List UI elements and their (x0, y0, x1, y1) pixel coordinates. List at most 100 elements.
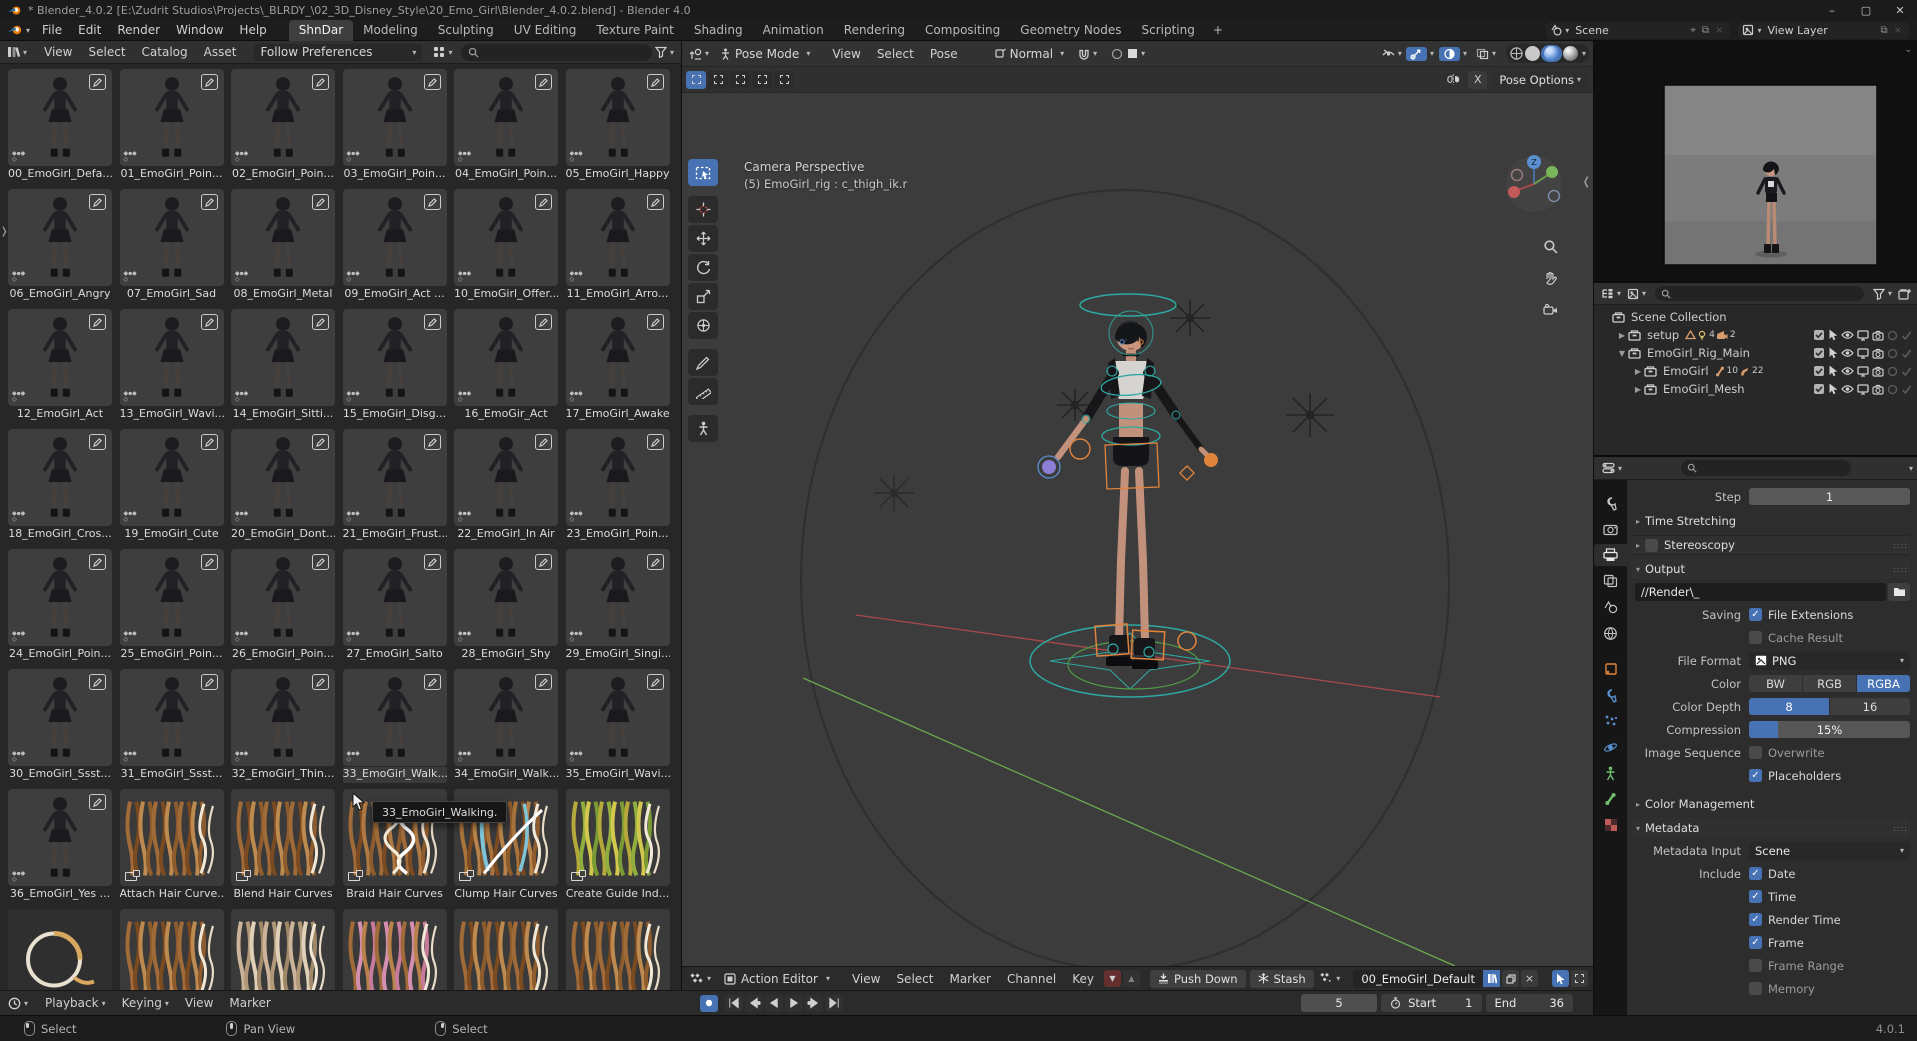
asset-thumbnail[interactable]: ◆▪◆◇ (566, 669, 670, 766)
workspace-tab-shndar[interactable]: ShnDar (289, 20, 353, 41)
indirect-only-icon[interactable] (1901, 384, 1912, 395)
edit-pose-icon[interactable] (424, 314, 441, 330)
pin-icon[interactable]: ⌖ (1687, 25, 1699, 36)
asset-thumbnail[interactable] (231, 909, 335, 990)
outliner-row-emogirl-mesh[interactable]: ▶EmoGirl_Mesh (1594, 380, 1917, 398)
current-frame-field[interactable]: 5 (1301, 994, 1377, 1012)
edit-pose-icon[interactable] (89, 674, 106, 690)
hide-viewport-icon[interactable] (1841, 366, 1854, 376)
asset-thumbnail[interactable]: ◆▪◆◇ (454, 309, 558, 406)
exclude-checkbox[interactable] (1813, 329, 1825, 341)
asset-thumbnail[interactable]: ◆▪◆◇ (343, 309, 447, 406)
disable-viewports-icon[interactable] (1857, 348, 1869, 359)
asset-thumbnail[interactable] (566, 909, 670, 990)
depth-option-8[interactable]: 8 (1749, 698, 1829, 715)
asset-item[interactable]: ◆▪◆◇15_EmoGirl_Disg... (343, 309, 447, 423)
asset-item[interactable]: ◆▪◆◇29_EmoGirl_Singi... (566, 549, 670, 663)
asset-item[interactable]: ◆▪◆◇12_EmoGirl_Act (8, 309, 112, 423)
asset-item[interactable] (343, 909, 447, 990)
metadata-input-select[interactable]: Scene ▾ (1749, 842, 1910, 860)
asset-thumbnail[interactable]: ◆▪◆◇ (8, 69, 112, 166)
edit-pose-icon[interactable] (312, 434, 329, 450)
selectable-icon[interactable] (1828, 365, 1838, 377)
transform-orientation-select[interactable]: Normal ▾ (990, 46, 1068, 62)
asset-menu-view[interactable]: View (36, 43, 80, 61)
asset-item[interactable]: ◆▪◆◇03_EmoGirl_Poin... (343, 69, 447, 183)
color-management-panel-header[interactable]: ▸Color Management (1631, 794, 1910, 814)
unlink-action-button[interactable]: × (1521, 970, 1538, 987)
asset-item[interactable]: ◆▪◆◇19_EmoGirl_Cute (120, 429, 224, 543)
asset-thumbnail[interactable]: ◆▪◆◇ (120, 69, 224, 166)
asset-thumbnail[interactable]: ◆▪◆◇ (120, 189, 224, 286)
edit-pose-icon[interactable] (535, 314, 552, 330)
start-frame-field[interactable]: Start 1 (1381, 994, 1481, 1012)
asset-item[interactable]: ◆▪◆◇11_EmoGirl_Arro... (566, 189, 670, 303)
properties-tab-constraints[interactable] (1594, 762, 1627, 784)
outliner-editor-type-button[interactable]: ▾ (1598, 288, 1624, 300)
selectable-icon[interactable] (1828, 329, 1838, 341)
filter-button[interactable]: ▾ (652, 46, 677, 58)
dopesheet-menu-key[interactable]: Key (1064, 970, 1102, 988)
navigation-gizmo[interactable]: Z (1503, 153, 1565, 215)
edit-pose-icon[interactable] (89, 434, 106, 450)
edit-pose-icon[interactable] (312, 314, 329, 330)
asset-item[interactable]: ◆▪◆◇07_EmoGirl_Sad (120, 189, 224, 303)
asset-sidebar-toggle[interactable]: ❭ (0, 226, 8, 237)
asset-thumbnail[interactable]: ◆▪◆◇ (343, 669, 447, 766)
shading-material-button[interactable] (1541, 45, 1562, 62)
view-layer-selector[interactable]: ▾ View Layer ⧉ × (1738, 22, 1909, 39)
asset-item[interactable]: ◆▪◆◇18_EmoGirl_Cros... (8, 429, 112, 543)
stereoscopy-checkbox[interactable] (1645, 539, 1658, 552)
workspace-tab-sculpting[interactable]: Sculpting (428, 20, 504, 41)
viewport-editor-type-button[interactable]: ▾ (686, 48, 712, 60)
asset-item[interactable]: ◆▪◆◇33_EmoGirl_Walk... (343, 669, 447, 783)
gizmos-toggle[interactable] (1406, 47, 1427, 61)
dopesheet-editor-type-button[interactable]: ▾ (687, 973, 714, 985)
pose-tool-tool-button[interactable] (688, 415, 718, 442)
asset-search-input[interactable] (461, 44, 652, 61)
asset-thumbnail[interactable]: ◆▪◆◇ (566, 549, 670, 646)
disable-viewports-icon[interactable] (1857, 366, 1869, 377)
workspace-tab-animation[interactable]: Animation (753, 20, 834, 41)
asset-item[interactable]: ◆▪◆◇06_EmoGirl_Angry (8, 189, 112, 303)
timeline-menu-playback[interactable]: Playback▾ (37, 994, 114, 1012)
edit-pose-icon[interactable] (647, 434, 664, 450)
select-mode-button-1[interactable] (708, 71, 728, 89)
asset-thumbnail[interactable]: ◆▪◆◇ (566, 189, 670, 286)
dopesheet-menu-marker[interactable]: Marker (941, 970, 998, 988)
mirror-x-button[interactable]: X (1468, 71, 1487, 89)
hide-viewport-icon[interactable] (1841, 384, 1854, 394)
end-frame-field[interactable]: End 36 (1486, 994, 1574, 1012)
asset-thumbnail[interactable]: ◆▪◆◇ (120, 309, 224, 406)
drag-handle-icon[interactable]: :::: (1893, 541, 1910, 550)
dopesheet-menu-select[interactable]: Select (888, 970, 941, 988)
asset-item[interactable]: ◆▪◆◇13_EmoGirl_Wavi... (120, 309, 224, 423)
asset-thumbnail[interactable]: ◆▪◆◇ (8, 309, 112, 406)
duplicate-action-button[interactable] (1502, 970, 1519, 987)
asset-thumbnail[interactable]: ◆▪◆◇ (454, 549, 558, 646)
color-option-bw[interactable]: BW (1749, 675, 1802, 692)
asset-thumbnail[interactable]: ◆▪◆◇ (566, 69, 670, 166)
asset-thumbnail[interactable]: ◆▪◆◇ (8, 669, 112, 766)
asset-item[interactable]: ◆▪◆◇24_EmoGirl_Poin... (8, 549, 112, 663)
asset-thumbnail[interactable]: ◆▪◆◇ (8, 549, 112, 646)
action-asset-button[interactable] (1483, 970, 1500, 987)
edit-pose-icon[interactable] (312, 74, 329, 90)
box-select-mode-button[interactable] (1571, 970, 1588, 987)
mirror-x-icon[interactable] (1446, 73, 1461, 86)
asset-thumbnail[interactable]: ◆▪◆◇ (566, 429, 670, 526)
disable-renders-icon[interactable] (1872, 366, 1884, 377)
select-mode-button-4[interactable] (774, 71, 794, 89)
properties-editor-type-button[interactable]: ▾ (1599, 462, 1625, 474)
select-mode-button-2[interactable] (730, 71, 750, 89)
disable-viewports-icon[interactable] (1857, 330, 1869, 341)
next-key-button[interactable] (805, 995, 823, 1012)
color-option-rgba[interactable]: RGBA (1857, 675, 1910, 692)
overlays-toggle[interactable] (1439, 47, 1460, 61)
asset-item[interactable]: ◆▪◆◇22_EmoGirl_In Air (454, 429, 558, 543)
outliner-row-setup[interactable]: ▶setup42 (1594, 326, 1917, 344)
asset-thumbnail[interactable]: ◆▪◆◇ (8, 189, 112, 286)
asset-item[interactable]: ◆▪◆◇28_EmoGirl_Shy (454, 549, 558, 663)
edit-pose-icon[interactable] (312, 554, 329, 570)
selectable-icon[interactable] (1828, 347, 1838, 359)
